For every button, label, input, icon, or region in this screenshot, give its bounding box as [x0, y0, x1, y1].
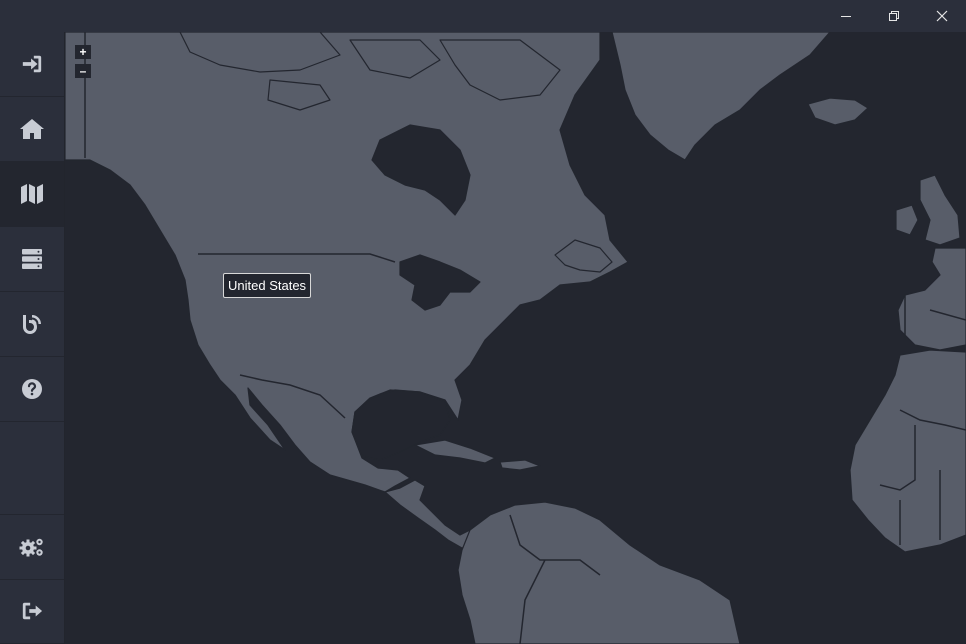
- world-map-canvas[interactable]: [65, 32, 966, 644]
- sidebar-item-home[interactable]: [0, 97, 64, 162]
- world-map[interactable]: + – United States: [65, 32, 966, 644]
- sidebar-item-logout[interactable]: [0, 579, 64, 644]
- sidebar-item-login[interactable]: [0, 32, 64, 97]
- restore-icon: [889, 11, 899, 21]
- central-america: [384, 479, 479, 549]
- sidebar: [0, 32, 65, 644]
- minimize-button[interactable]: [823, 0, 869, 32]
- south-america: [457, 501, 741, 644]
- question-circle-icon: [22, 379, 42, 399]
- hispaniola: [499, 459, 541, 471]
- close-icon: [936, 10, 948, 22]
- zoom-in-button[interactable]: +: [75, 45, 91, 59]
- zoom-out-button[interactable]: –: [75, 64, 91, 78]
- minimize-icon: [841, 16, 851, 17]
- sidebar-item-help[interactable]: [0, 357, 64, 422]
- iceland: [807, 97, 869, 126]
- server-icon: [22, 249, 42, 269]
- close-button[interactable]: [919, 0, 965, 32]
- africa: [849, 349, 966, 553]
- home-icon: [20, 119, 44, 139]
- europe: [897, 247, 966, 351]
- restore-button[interactable]: [871, 0, 917, 32]
- north-america-landmass: [65, 32, 629, 493]
- country-tooltip: United States: [223, 273, 312, 298]
- ireland: [895, 204, 919, 236]
- cogs-icon: [19, 538, 43, 557]
- map-icon: [21, 184, 43, 204]
- sidebar-item-map[interactable]: [0, 162, 64, 227]
- sidebar-item-settings[interactable]: [0, 514, 64, 580]
- title-bar: [0, 0, 966, 32]
- great-britain: [919, 174, 961, 246]
- greenland: [611, 32, 831, 161]
- sidebar-item-blog[interactable]: [0, 292, 64, 357]
- sidebar-item-servers[interactable]: [0, 227, 64, 292]
- sign-in-icon: [22, 55, 42, 73]
- cuba: [414, 439, 496, 464]
- blog-icon: [23, 315, 41, 334]
- sign-out-icon: [22, 602, 43, 620]
